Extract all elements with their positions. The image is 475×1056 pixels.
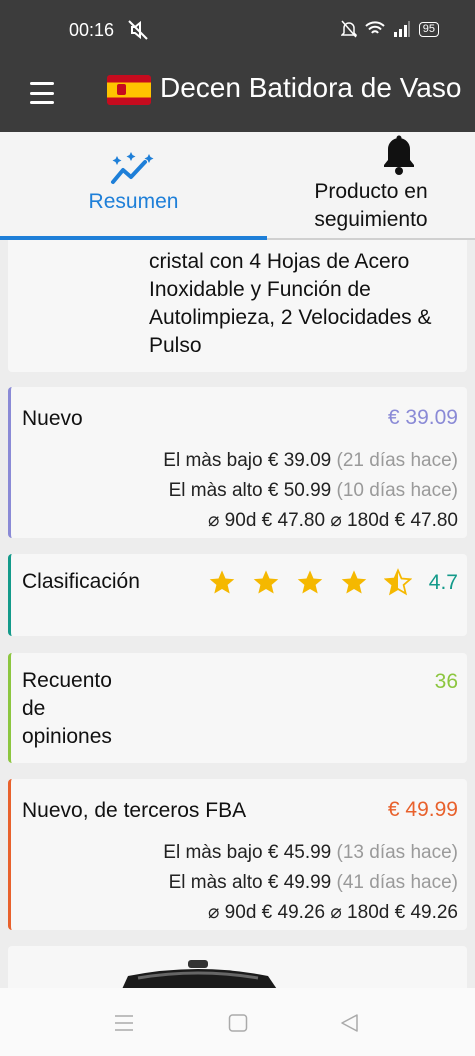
rating-label: Clasificación	[22, 570, 140, 593]
bell-icon	[384, 135, 414, 175]
star-full-icon	[341, 570, 367, 594]
rating-card[interactable]: Clasificación 4.7	[8, 554, 467, 636]
fba-card[interactable]: Nuevo, de terceros FBA € 49.99 El màs ba…	[8, 779, 467, 930]
nuevo-card[interactable]: Nuevo € 39.09 El màs bajo € 39.09 (21 dí…	[8, 387, 467, 538]
page-title: Decen Batidora de Vaso	[160, 72, 462, 103]
nuevo-average: ⌀ 90d € 47.80 ⌀ 180d € 47.80	[207, 510, 458, 531]
tab-producto-label: Producto en seguimiento	[314, 180, 428, 231]
status-bar: 00:16 95	[0, 0, 475, 62]
status-time: 00:16	[69, 20, 115, 40]
back-icon[interactable]	[340, 1014, 360, 1032]
product-description: cristal con 4 Hojas de Acero Inoxidable …	[149, 250, 432, 357]
home-icon[interactable]	[228, 1014, 248, 1032]
fba-lowest: El màs bajo € 45.99 (13 días hace)	[163, 842, 458, 863]
star-full-icon	[253, 570, 279, 594]
spain-flag-icon	[107, 75, 151, 105]
nuevo-lowest: El màs bajo € 39.09 (21 días hace)	[163, 450, 458, 471]
product-image	[122, 960, 277, 988]
nuevo-price: € 39.09	[387, 406, 458, 429]
fba-label: Nuevo, de terceros FBA	[22, 799, 247, 822]
fba-price: € 49.99	[387, 798, 458, 821]
battery-indicator: 95	[418, 21, 439, 37]
wifi-icon	[365, 21, 385, 34]
recents-icon[interactable]	[114, 1014, 134, 1032]
fba-average: ⌀ 90d € 49.26 ⌀ 180d € 49.26	[207, 902, 458, 923]
nuevo-highest: El màs alto € 50.99 (10 días hace)	[168, 480, 458, 501]
star-full-icon	[297, 570, 323, 594]
description-card: cristal con 4 Hojas de Acero Inoxidable …	[8, 240, 467, 372]
mute-icon	[128, 20, 148, 40]
tab-resumen[interactable]: Resumen	[0, 132, 267, 238]
tab-bar: Resumen Producto en seguimiento	[0, 132, 475, 240]
content-scroll[interactable]: cristal con 4 Hojas de Acero Inoxidable …	[0, 240, 475, 988]
reviews-value: 36	[434, 670, 458, 693]
tab-producto-seguimiento[interactable]: Producto en seguimiento	[267, 132, 475, 238]
reviews-label: Recuento de opiniones	[22, 669, 112, 748]
trending-sparkle-icon	[111, 152, 154, 184]
fba-highest: El màs alto € 49.99 (41 días hace)	[168, 872, 458, 893]
status-icons: 95	[340, 20, 439, 38]
tab-resumen-label: Resumen	[88, 190, 179, 213]
star-full-icon	[209, 570, 235, 594]
product-image-card[interactable]	[8, 946, 467, 988]
nuevo-label: Nuevo	[22, 407, 83, 430]
bell-off-icon	[340, 20, 357, 38]
menu-icon[interactable]	[30, 82, 54, 104]
system-nav-bar	[0, 988, 475, 1056]
reviews-card[interactable]: Recuento de opiniones 36	[8, 653, 467, 763]
rating-stars	[208, 568, 412, 596]
app-bar: Decen Batidora de Vaso	[0, 62, 475, 132]
rating-value: 4.7	[428, 571, 458, 594]
star-half-icon	[384, 568, 412, 596]
signal-icon	[393, 21, 410, 37]
